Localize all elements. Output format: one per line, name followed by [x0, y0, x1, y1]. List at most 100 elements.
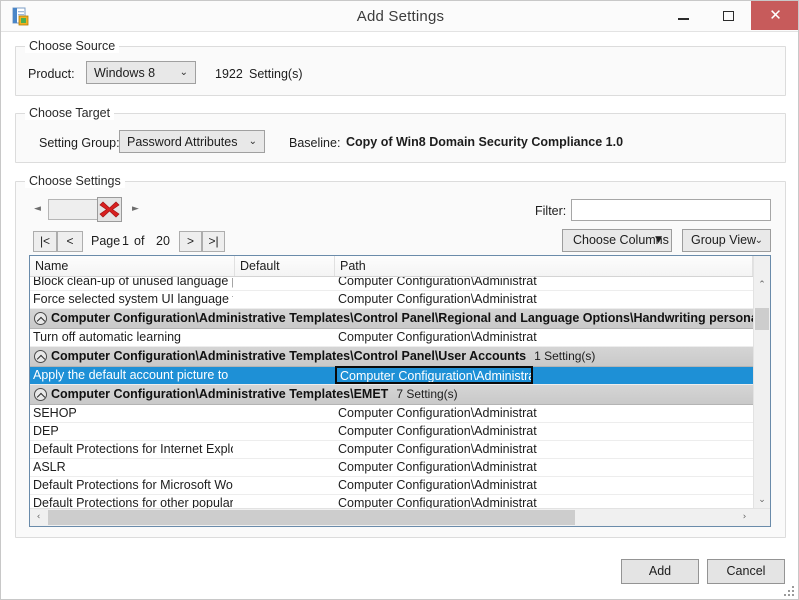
caret-down-icon: ▼ [655, 235, 662, 245]
pager-prev-button[interactable]: < [57, 231, 83, 252]
cell-name: SEHOP [33, 406, 77, 420]
cell-default [238, 329, 333, 346]
choose-columns-button[interactable]: Choose Columns ▼ [562, 229, 672, 252]
chevron-up-icon[interactable] [34, 312, 47, 325]
group-header-title: Computer Configuration\Administrative Te… [51, 349, 527, 363]
window-controls: ✕ [661, 1, 798, 30]
cell-name: Default Protections for other popular [33, 496, 233, 509]
chevron-up-icon[interactable] [34, 350, 47, 363]
pager-next-button[interactable]: > [179, 231, 202, 252]
cell-path: Computer Configuration\Administrat [338, 292, 537, 306]
vertical-scroll-thumb[interactable] [755, 308, 769, 330]
table-row[interactable]: Turn off automatic learning Computer Conf… [30, 329, 753, 347]
resize-grip[interactable] [783, 584, 795, 596]
cell-name: Default Protections for Microsoft Wo [33, 478, 233, 492]
scroll-down-icon[interactable]: ⌄ [754, 492, 770, 509]
group-view-label: Group View [691, 233, 757, 247]
filter-label: Filter: [535, 204, 567, 218]
setting-group-label: Setting Group: [39, 136, 120, 150]
minimize-button[interactable] [661, 1, 706, 30]
product-label: Product: [28, 67, 75, 81]
group-view-button[interactable]: Group View ⌄ [682, 229, 771, 252]
table-row[interactable]: Force selected system UI language to Comp… [30, 291, 753, 309]
grid-horizontal-scrollbar[interactable]: ‹ › [30, 508, 770, 526]
grid-group-header[interactable]: Computer Configuration\Administrative Te… [30, 347, 753, 367]
cell-path: Computer Configuration\Administrat [338, 277, 537, 288]
table-row[interactable]: Block clean-up of unused language p Compu… [30, 277, 753, 291]
group-header-title: Computer Configuration\Administrative Te… [51, 387, 389, 401]
chevron-down-icon: ⌄ [248, 136, 257, 147]
cancel-button[interactable]: Cancel [707, 559, 785, 584]
cell-path: Computer Configuration\Administrat [338, 424, 537, 438]
cell-default [238, 459, 333, 476]
product-value: Windows 8 [94, 66, 156, 80]
cell-name: Force selected system UI language to [33, 292, 233, 306]
table-row[interactable]: Apply the default account picture to Comp… [30, 366, 753, 385]
grid-vertical-scrollbar[interactable]: ⌃ ⌄ [753, 256, 770, 509]
red-x-icon [99, 201, 120, 218]
cell-default [238, 441, 333, 458]
table-row[interactable]: Default Protections for Internet Explo Co… [30, 441, 753, 459]
toolbar-prev-arrow-icon[interactable]: ◄ [34, 204, 41, 214]
column-header-default[interactable]: Default [235, 256, 335, 276]
cell-name: Default Protections for Internet Explo [33, 442, 233, 456]
product-select[interactable]: Windows 8 ⌄ [86, 61, 196, 84]
choose-source-title: Choose Source [25, 39, 120, 53]
pager-current-page: 1 [122, 234, 129, 248]
setting-group-value: Password Attributes [127, 135, 238, 149]
cell-path: Computer Configuration\Administrat [338, 496, 537, 509]
cell-name: Block clean-up of unused language p [33, 277, 233, 288]
cell-path-focused[interactable]: Computer Configuration\Administrat [335, 366, 533, 384]
grid-group-header[interactable]: Computer Configuration\Administrative Te… [30, 309, 753, 329]
delete-button[interactable] [97, 197, 122, 222]
table-row[interactable]: Default Protections for other popular Com… [30, 495, 753, 509]
group-header-count: 7 Setting(s) [396, 387, 458, 401]
scroll-up-icon[interactable]: ⌃ [754, 277, 770, 294]
cell-default [238, 405, 333, 422]
cell-default [238, 367, 333, 384]
maximize-button[interactable] [706, 1, 751, 30]
setting-count-value: 1922 [215, 67, 243, 81]
pager-first-button[interactable]: |< [33, 231, 57, 252]
pager-last-button[interactable]: >| [202, 231, 225, 252]
cell-path: Computer Configuration\Administrat [338, 330, 537, 344]
add-settings-dialog: Add Settings ✕ Choose Source Product: Wi… [0, 0, 799, 600]
scroll-right-icon[interactable]: › [736, 509, 753, 526]
pager-page-label: Page [91, 234, 121, 248]
cell-default [238, 495, 333, 509]
cell-name: DEP [33, 424, 59, 438]
cell-path: Computer Configuration\Administrat [338, 460, 537, 474]
chevron-down-icon: ⌄ [179, 67, 188, 78]
horizontal-scroll-thumb[interactable] [48, 510, 575, 525]
group-header-title: Computer Configuration\Administrative Te… [51, 311, 753, 325]
table-row[interactable]: Default Protections for Microsoft Wo Comp… [30, 477, 753, 495]
cell-default [238, 291, 333, 308]
grid-header-row: Name Default Path [30, 256, 770, 277]
add-button[interactable]: Add [621, 559, 699, 584]
chevron-up-icon[interactable] [34, 388, 47, 401]
baseline-label: Baseline: [289, 136, 341, 150]
pager-of-label: of [134, 234, 145, 248]
column-header-path[interactable]: Path [335, 256, 753, 276]
table-row[interactable]: ASLR Computer Configuration\Administrat [30, 459, 753, 477]
close-icon: ✕ [769, 6, 782, 24]
settings-grid[interactable]: Name Default Path Block clean-up of unus… [29, 255, 771, 527]
scroll-left-icon[interactable]: ‹ [30, 509, 47, 526]
pager-total-pages: 20 [156, 234, 170, 248]
cell-path: Computer Configuration\Administrat [338, 478, 537, 492]
cell-path: Computer Configuration\Administrat [338, 442, 537, 456]
group-header-count: 1 Setting(s) [534, 349, 596, 363]
table-row[interactable]: SEHOP Computer Configuration\Administrat [30, 405, 753, 423]
title-bar: Add Settings ✕ [1, 1, 798, 32]
toolbar-next-arrow-icon[interactable]: ► [132, 204, 139, 214]
cell-default [238, 277, 333, 290]
cell-path: Computer Configuration\Administrat [338, 406, 537, 420]
setting-group-select[interactable]: Password Attributes ⌄ [119, 130, 265, 153]
column-header-name[interactable]: Name [30, 256, 235, 276]
choose-settings-title: Choose Settings [25, 174, 125, 188]
filter-input[interactable] [571, 199, 771, 221]
grid-group-header[interactable]: Computer Configuration\Administrative Te… [30, 385, 753, 405]
table-row[interactable]: DEP Computer Configuration\Administrat [30, 423, 753, 441]
close-button[interactable]: ✕ [751, 1, 798, 30]
cell-name: ASLR [33, 460, 66, 474]
